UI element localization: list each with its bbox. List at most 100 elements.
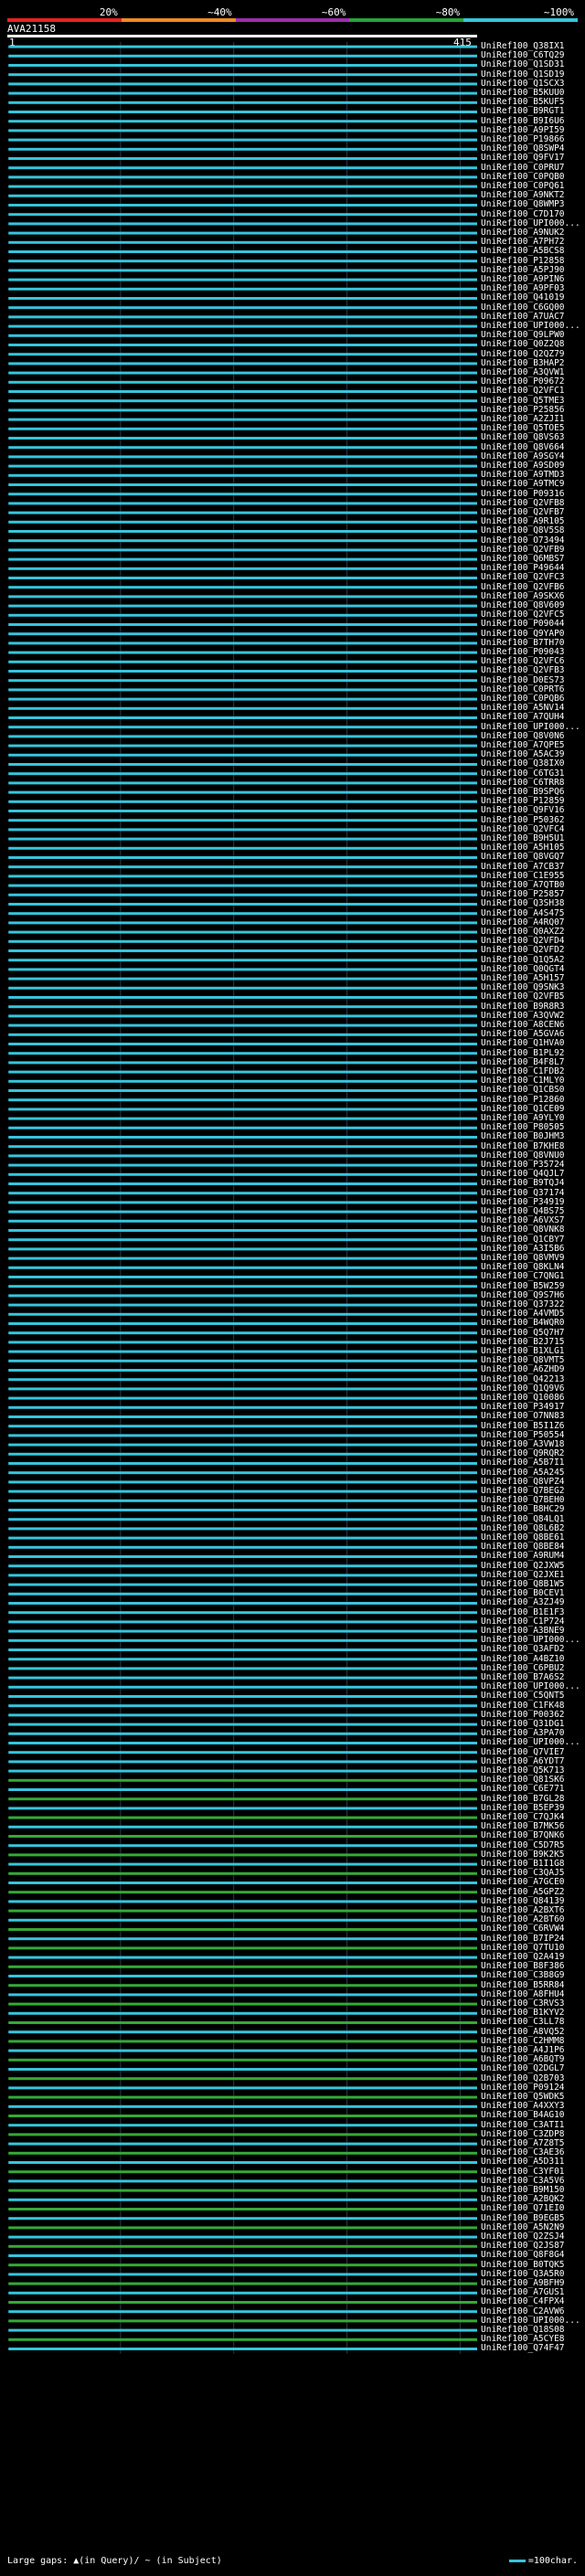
- hit-bar[interactable]: [8, 865, 478, 869]
- hit-bar[interactable]: [8, 1489, 478, 1493]
- hit-bar[interactable]: [8, 1350, 478, 1353]
- hit-bar[interactable]: [8, 129, 478, 133]
- hit-bar[interactable]: [8, 2337, 478, 2341]
- hit-bar[interactable]: [8, 2068, 478, 2071]
- hit-label[interactable]: UniRef100_C7QNG1: [481, 1272, 565, 1281]
- hit-bar[interactable]: [8, 120, 478, 123]
- hit-bar[interactable]: [8, 1555, 478, 1558]
- hit-bar[interactable]: [8, 371, 478, 375]
- hit-bar[interactable]: [8, 1322, 478, 1325]
- hit-bar[interactable]: [8, 930, 478, 934]
- hit-bar[interactable]: [8, 1052, 478, 1055]
- hit-bar[interactable]: [8, 380, 478, 384]
- hit-bar[interactable]: [8, 1695, 478, 1698]
- hit-bar[interactable]: [8, 1732, 478, 1735]
- hit-label[interactable]: UniRef100_A7GCE0: [481, 1878, 565, 1887]
- hit-bar[interactable]: [8, 735, 478, 738]
- hit-bar[interactable]: [8, 1425, 478, 1428]
- hit-bar[interactable]: [8, 2319, 478, 2323]
- hit-bar[interactable]: [8, 418, 478, 421]
- hit-bar[interactable]: [8, 324, 478, 328]
- hit-bar[interactable]: [8, 1079, 478, 1083]
- hit-bar[interactable]: [8, 1247, 478, 1251]
- hit-label[interactable]: UniRef100_A9TMC9: [481, 480, 565, 489]
- hit-bar[interactable]: [8, 1956, 478, 1959]
- hit-bar[interactable]: [8, 1975, 478, 1977]
- hit-bar[interactable]: [8, 437, 478, 440]
- hit-bar[interactable]: [8, 1638, 478, 1642]
- hit-bar[interactable]: [8, 2077, 478, 2081]
- hit-label[interactable]: UniRef100_Q9FV17: [481, 154, 565, 163]
- hit-bar[interactable]: [8, 1871, 478, 1875]
- hit-bar[interactable]: [8, 231, 478, 235]
- hit-bar[interactable]: [8, 697, 478, 701]
- hit-bar[interactable]: [8, 2198, 478, 2201]
- hit-bar[interactable]: [8, 1928, 478, 1931]
- hit-bar[interactable]: [8, 204, 478, 207]
- hit-bar[interactable]: [8, 1341, 478, 1344]
- hit-bar[interactable]: [8, 408, 478, 412]
- hit-bar[interactable]: [8, 959, 478, 962]
- hit-bar[interactable]: [8, 1891, 478, 1894]
- hit-bar[interactable]: [8, 1667, 478, 1670]
- hit-label[interactable]: UniRef100_Q8F8G4: [481, 2251, 565, 2260]
- hit-bar[interactable]: [8, 2058, 478, 2062]
- hit-bar[interactable]: [8, 157, 478, 160]
- hit-bar[interactable]: [8, 2328, 478, 2332]
- hit-bar[interactable]: [8, 604, 478, 608]
- hit-label[interactable]: UniRef100_Q0Z2Q8: [481, 340, 565, 349]
- hit-bar[interactable]: [8, 1984, 478, 1988]
- hit-bar[interactable]: [8, 586, 478, 589]
- hit-bar[interactable]: [8, 1965, 478, 1968]
- hit-label[interactable]: UniRef100_Q1SD31: [481, 60, 565, 69]
- hit-bar[interactable]: [8, 1751, 478, 1754]
- hit-bar[interactable]: [8, 362, 478, 366]
- hit-bar[interactable]: [8, 1648, 478, 1651]
- hit-bar[interactable]: [8, 166, 478, 170]
- hit-label[interactable]: UniRef100_Q41019: [481, 293, 565, 302]
- hit-bar[interactable]: [8, 147, 478, 151]
- hit-bar[interactable]: [8, 1629, 478, 1633]
- hit-bar[interactable]: [8, 1172, 478, 1176]
- hit-bar[interactable]: [8, 577, 478, 579]
- hit-bar[interactable]: [8, 2226, 478, 2230]
- hit-bar[interactable]: [8, 1387, 478, 1391]
- hit-label[interactable]: UniRef100_Q71EI0: [481, 2204, 565, 2213]
- hit-bar[interactable]: [8, 1266, 478, 1269]
- hit-bar[interactable]: [8, 1527, 478, 1531]
- hit-label[interactable]: UniRef100_Q2VFC1: [481, 387, 565, 396]
- hit-bar[interactable]: [8, 1602, 478, 1605]
- hit-bar[interactable]: [8, 2104, 478, 2108]
- hit-bar[interactable]: [8, 1723, 478, 1726]
- hit-bar[interactable]: [8, 828, 478, 832]
- hit-bar[interactable]: [8, 1471, 478, 1475]
- hit-label[interactable]: UniRef100_Q8WMP3: [481, 200, 565, 209]
- hit-bar[interactable]: [8, 1499, 478, 1502]
- hit-bar[interactable]: [8, 2254, 478, 2257]
- hit-bar[interactable]: [8, 2179, 478, 2183]
- hit-bar[interactable]: [8, 1276, 478, 1278]
- hit-bar[interactable]: [8, 1518, 478, 1521]
- hit-bar[interactable]: [8, 1574, 478, 1577]
- hit-bar[interactable]: [8, 1807, 478, 1810]
- hit-bar[interactable]: [8, 1294, 478, 1298]
- hit-bar[interactable]: [8, 1405, 478, 1409]
- hit-bar[interactable]: [8, 2021, 478, 2024]
- hit-bar[interactable]: [8, 1210, 478, 1214]
- hit-bar[interactable]: [8, 2263, 478, 2267]
- hit-bar[interactable]: [8, 884, 478, 887]
- hit-bar[interactable]: [8, 2040, 478, 2043]
- hit-label[interactable]: UniRef100_Q9FV16: [481, 806, 565, 815]
- hit-bar[interactable]: [8, 1229, 478, 1232]
- hit-bar[interactable]: [8, 613, 478, 617]
- hit-bar[interactable]: [8, 175, 478, 179]
- hit-bar[interactable]: [8, 1946, 478, 1950]
- hit-bar[interactable]: [8, 800, 478, 803]
- hit-bar[interactable]: [8, 2235, 478, 2239]
- hit-bar[interactable]: [8, 557, 478, 561]
- hit-bar[interactable]: [8, 511, 478, 514]
- hit-bar[interactable]: [8, 2030, 478, 2034]
- hit-label[interactable]: UniRef100_A5B7I1: [481, 1458, 565, 1468]
- hit-bar[interactable]: [8, 1331, 478, 1335]
- hit-bar[interactable]: [8, 1434, 478, 1437]
